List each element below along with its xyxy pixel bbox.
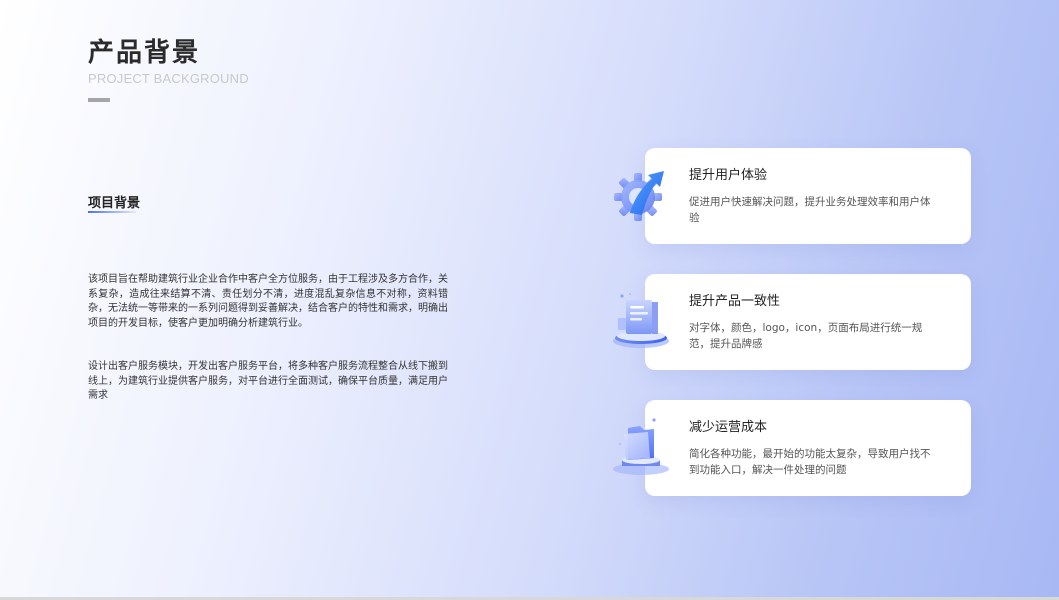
card-description: 简化各种功能，最开始的功能太复杂，导致用户找不到功能入口，解决一件处理的问题 [689, 448, 931, 476]
feature-card-cost: 减少运营成本 简化各种功能，最开始的功能太复杂，导致用户找不到功能入口，解决一件… [645, 400, 971, 496]
title-divider [88, 98, 110, 102]
document-platform-icon [608, 288, 674, 354]
section-heading: 项目背景 [88, 196, 141, 211]
feature-card-consistency: 提升产品一致性 对字体，颜色，logo，icon，页面布局进行统一规范，提升品牌… [645, 274, 971, 370]
page-subtitle: PROJECT BACKGROUND [88, 71, 249, 86]
section-underline [88, 211, 136, 213]
paragraph-2: 设计出客户服务模块，开发出客户服务平台，将多种客户服务流程整合从线下搬到线上，为… [88, 361, 448, 401]
card-title: 减少运营成本 [689, 420, 768, 435]
card-description: 对字体，颜色，logo，icon，页面布局进行统一规范，提升品牌感 [689, 322, 923, 350]
page-title: 产品背景 [88, 38, 201, 68]
card-title: 提升产品一致性 [689, 294, 781, 309]
feature-card-user-experience: 提升用户体验 促进用户快速解决问题，提升业务处理效率和用户体验 [645, 148, 971, 244]
card-title: 提升用户体验 [689, 168, 768, 183]
folder-platform-icon [608, 414, 674, 480]
card-description: 促进用户快速解决问题，提升业务处理效率和用户体验 [689, 196, 931, 224]
gear-arrow-icon [608, 163, 674, 229]
slide: 产品背景 PROJECT BACKGROUND 项目背景 该项目旨在帮助建筑行业… [0, 0, 1059, 597]
paragraph-1: 该项目旨在帮助建筑行业企业合作中客户全方位服务，由于工程涉及多方合作，关系复杂，… [88, 274, 448, 329]
